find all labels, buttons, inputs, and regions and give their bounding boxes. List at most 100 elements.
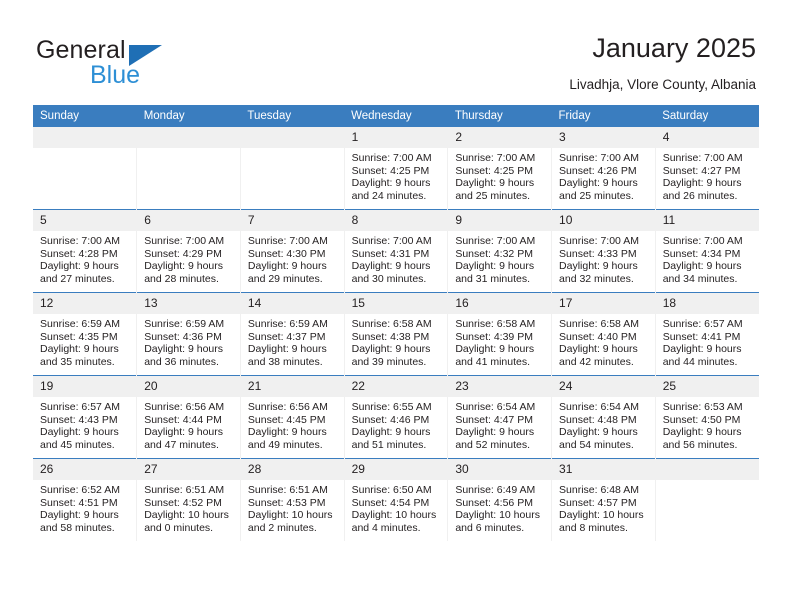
day-sunset-text: Sunset: 4:47 PM xyxy=(455,413,533,426)
calendar-day-cell[interactable]: 26 Sunrise: 6:52 AM Sunset: 4:51 PM Dayligh… xyxy=(33,458,137,541)
day-daylight1-text: Daylight: 9 hours xyxy=(247,260,327,273)
day-number: 18 xyxy=(655,293,759,314)
day-daylight2-text: and 42 minutes. xyxy=(559,355,634,368)
calendar-day-cell[interactable]: 9 Sunrise: 7:00 AM Sunset: 4:32 PM Daylight… xyxy=(447,209,552,293)
calendar-day-cell[interactable]: 31 Sunrise: 6:48 AM Sunset: 4:57 PM Dayligh… xyxy=(551,458,656,541)
day-sun-info: Sunrise: 6:52 AM Sunset: 4:51 PM Daylight:… xyxy=(33,480,136,534)
day-sun-info: Sunrise: 7:00 AM Sunset: 4:30 PM Daylight:… xyxy=(241,231,344,285)
day-daylight2-text: and 6 minutes. xyxy=(455,521,525,534)
calendar-day-cell[interactable]: 7 Sunrise: 7:00 AM Sunset: 4:30 PM Daylight… xyxy=(239,209,345,293)
day-daylight2-text: and 4 minutes. xyxy=(351,521,421,534)
day-daylight2-text: and 0 minutes. xyxy=(144,521,214,534)
calendar-day-cell[interactable]: 16 Sunrise: 6:58 AM Sunset: 4:39 PM Dayligh… xyxy=(447,292,552,376)
calendar-day-cell[interactable]: 5 Sunrise: 7:00 AM Sunset: 4:28 PM Daylight… xyxy=(33,209,137,293)
day-daylight1-text: Daylight: 9 hours xyxy=(247,426,327,439)
day-daylight2-text: and 36 minutes. xyxy=(144,355,219,368)
day-daylight2-text: and 52 minutes. xyxy=(455,438,531,451)
day-number: 6 xyxy=(137,210,240,231)
day-sunrise-text: Sunrise: 6:58 AM xyxy=(455,318,536,330)
day-daylight1-text: Daylight: 9 hours xyxy=(662,260,742,273)
day-daylight1-text: Daylight: 9 hours xyxy=(144,426,223,439)
page-subtitle-location: Livadhja, Vlore County, Albania xyxy=(569,77,756,92)
day-daylight1-text: Daylight: 9 hours xyxy=(455,260,535,273)
day-sunset-text: Sunset: 4:40 PM xyxy=(559,330,637,343)
calendar-day-cell[interactable]: 25 Sunrise: 6:53 AM Sunset: 4:50 PM Dayligh… xyxy=(654,375,759,459)
calendar-day-cell[interactable]: 17 Sunrise: 6:58 AM Sunset: 4:40 PM Dayligh… xyxy=(551,292,656,376)
calendar-day-cell[interactable]: 1 Sunrise: 7:00 AM Sunset: 4:25 PM Daylight… xyxy=(343,127,448,210)
day-daylight1-text: Daylight: 9 hours xyxy=(351,260,431,273)
day-sunrise-text: Sunrise: 6:55 AM xyxy=(351,401,432,413)
calendar-day-cell[interactable]: 28 Sunrise: 6:51 AM Sunset: 4:53 PM Dayligh… xyxy=(239,458,345,541)
day-daylight2-text: and 54 minutes. xyxy=(559,438,634,451)
calendar-day-cell[interactable]: 6 Sunrise: 7:00 AM Sunset: 4:29 PM Daylight… xyxy=(136,209,241,293)
day-sunset-text: Sunset: 4:39 PM xyxy=(455,330,533,343)
calendar-day-cell[interactable]: 11 Sunrise: 7:00 AM Sunset: 4:34 PM Dayligh… xyxy=(654,209,759,293)
day-sunset-text: Sunset: 4:35 PM xyxy=(40,330,118,343)
calendar-day-cell[interactable]: 10 Sunrise: 7:00 AM Sunset: 4:33 PM Dayligh… xyxy=(551,209,656,293)
day-sunset-text: Sunset: 4:25 PM xyxy=(351,164,430,177)
day-daylight2-text: and 41 minutes. xyxy=(455,355,531,368)
day-sunrise-text: Sunrise: 7:00 AM xyxy=(351,235,432,247)
general-blue-logo[interactable]: General Blue xyxy=(36,36,256,89)
calendar-day-cell[interactable]: 2 Sunrise: 7:00 AM Sunset: 4:25 PM Daylight… xyxy=(447,127,552,210)
day-daylight2-text: and 24 minutes. xyxy=(351,189,427,202)
day-sunset-text: Sunset: 4:51 PM xyxy=(40,496,118,509)
calendar-day-cell[interactable]: 22 Sunrise: 6:55 AM Sunset: 4:46 PM Dayligh… xyxy=(343,375,448,459)
day-sun-info: Sunrise: 6:51 AM Sunset: 4:53 PM Daylight:… xyxy=(241,480,344,534)
calendar-day-cell-empty xyxy=(136,127,241,210)
day-number: 26 xyxy=(33,459,137,480)
calendar-day-cell[interactable]: 29 Sunrise: 6:50 AM Sunset: 4:54 PM Dayligh… xyxy=(343,458,448,541)
calendar-day-cell[interactable]: 30 Sunrise: 6:49 AM Sunset: 4:56 PM Dayligh… xyxy=(447,458,552,541)
calendar-day-cell[interactable]: 27 Sunrise: 6:51 AM Sunset: 4:52 PM Dayligh… xyxy=(136,458,241,541)
calendar-day-cell[interactable]: 24 Sunrise: 6:54 AM Sunset: 4:48 PM Dayligh… xyxy=(551,375,656,459)
day-sun-info: Sunrise: 6:55 AM Sunset: 4:46 PM Daylight:… xyxy=(345,397,448,451)
day-sun-info: Sunrise: 6:56 AM Sunset: 4:45 PM Daylight:… xyxy=(241,397,344,451)
day-number: 1 xyxy=(344,127,448,148)
day-sunrise-text: Sunrise: 7:00 AM xyxy=(559,152,639,164)
day-sun-info: Sunrise: 6:57 AM Sunset: 4:41 PM Daylight:… xyxy=(656,314,759,368)
day-number: 17 xyxy=(552,293,655,314)
day-sunset-text: Sunset: 4:32 PM xyxy=(455,247,533,260)
day-sunset-text: Sunset: 4:45 PM xyxy=(247,413,326,426)
day-sun-info: Sunrise: 6:54 AM Sunset: 4:47 PM Daylight:… xyxy=(448,397,551,451)
day-daylight1-text: Daylight: 9 hours xyxy=(351,177,431,190)
day-daylight1-text: Daylight: 9 hours xyxy=(559,426,638,439)
day-number xyxy=(240,127,344,148)
day-daylight1-text: Daylight: 9 hours xyxy=(351,426,431,439)
calendar-day-cell[interactable]: 13 Sunrise: 6:59 AM Sunset: 4:36 PM Dayligh… xyxy=(136,292,241,376)
day-sunrise-text: Sunrise: 6:54 AM xyxy=(559,401,639,413)
day-daylight2-text: and 51 minutes. xyxy=(351,438,427,451)
calendar-day-cell[interactable]: 20 Sunrise: 6:56 AM Sunset: 4:44 PM Dayligh… xyxy=(136,375,241,459)
day-number: 9 xyxy=(448,210,552,231)
calendar-day-cell[interactable]: 23 Sunrise: 6:54 AM Sunset: 4:47 PM Dayligh… xyxy=(447,375,552,459)
calendar-day-cell[interactable]: 14 Sunrise: 6:59 AM Sunset: 4:37 PM Dayligh… xyxy=(239,292,345,376)
day-daylight1-text: Daylight: 9 hours xyxy=(40,426,119,439)
calendar-day-cell[interactable]: 8 Sunrise: 7:00 AM Sunset: 4:31 PM Daylight… xyxy=(343,209,448,293)
day-sun-info: Sunrise: 7:00 AM Sunset: 4:31 PM Daylight:… xyxy=(345,231,448,285)
day-number: 15 xyxy=(344,293,448,314)
calendar-day-cell[interactable]: 19 Sunrise: 6:57 AM Sunset: 4:43 PM Dayligh… xyxy=(33,375,137,459)
day-daylight2-text: and 26 minutes. xyxy=(662,189,738,202)
day-sunset-text: Sunset: 4:34 PM xyxy=(662,247,741,260)
day-sunrise-text: Sunrise: 6:59 AM xyxy=(247,318,328,330)
day-daylight1-text: Daylight: 10 hours xyxy=(559,509,644,522)
calendar-day-cell[interactable]: 4 Sunrise: 7:00 AM Sunset: 4:27 PM Daylight… xyxy=(654,127,759,210)
calendar-page: General Blue January 2025 Livadhja, Vlor… xyxy=(0,0,792,612)
day-daylight2-text: and 47 minutes. xyxy=(144,438,219,451)
calendar-day-cell[interactable]: 12 Sunrise: 6:59 AM Sunset: 4:35 PM Dayligh… xyxy=(33,292,137,376)
day-daylight2-text: and 32 minutes. xyxy=(559,272,634,285)
day-number: 12 xyxy=(33,293,137,314)
day-daylight1-text: Daylight: 10 hours xyxy=(455,509,540,522)
calendar-day-cell[interactable]: 21 Sunrise: 6:56 AM Sunset: 4:45 PM Dayligh… xyxy=(239,375,345,459)
day-sunrise-text: Sunrise: 7:00 AM xyxy=(144,235,225,247)
day-sunset-text: Sunset: 4:50 PM xyxy=(662,413,741,426)
day-daylight2-text: and 2 minutes. xyxy=(247,521,317,534)
calendar-day-cell[interactable]: 3 Sunrise: 7:00 AM Sunset: 4:26 PM Daylight… xyxy=(551,127,656,210)
day-daylight1-text: Daylight: 10 hours xyxy=(351,509,437,522)
calendar-day-cell[interactable]: 15 Sunrise: 6:58 AM Sunset: 4:38 PM Dayligh… xyxy=(343,292,448,376)
day-sunrise-text: Sunrise: 6:52 AM xyxy=(40,484,120,496)
calendar-day-cell[interactable]: 18 Sunrise: 6:57 AM Sunset: 4:41 PM Dayligh… xyxy=(654,292,759,376)
day-sunrise-text: Sunrise: 6:50 AM xyxy=(351,484,432,496)
day-sun-info: Sunrise: 7:00 AM Sunset: 4:26 PM Daylight:… xyxy=(552,148,655,202)
day-sun-info: Sunrise: 7:00 AM Sunset: 4:27 PM Daylight:… xyxy=(656,148,759,202)
